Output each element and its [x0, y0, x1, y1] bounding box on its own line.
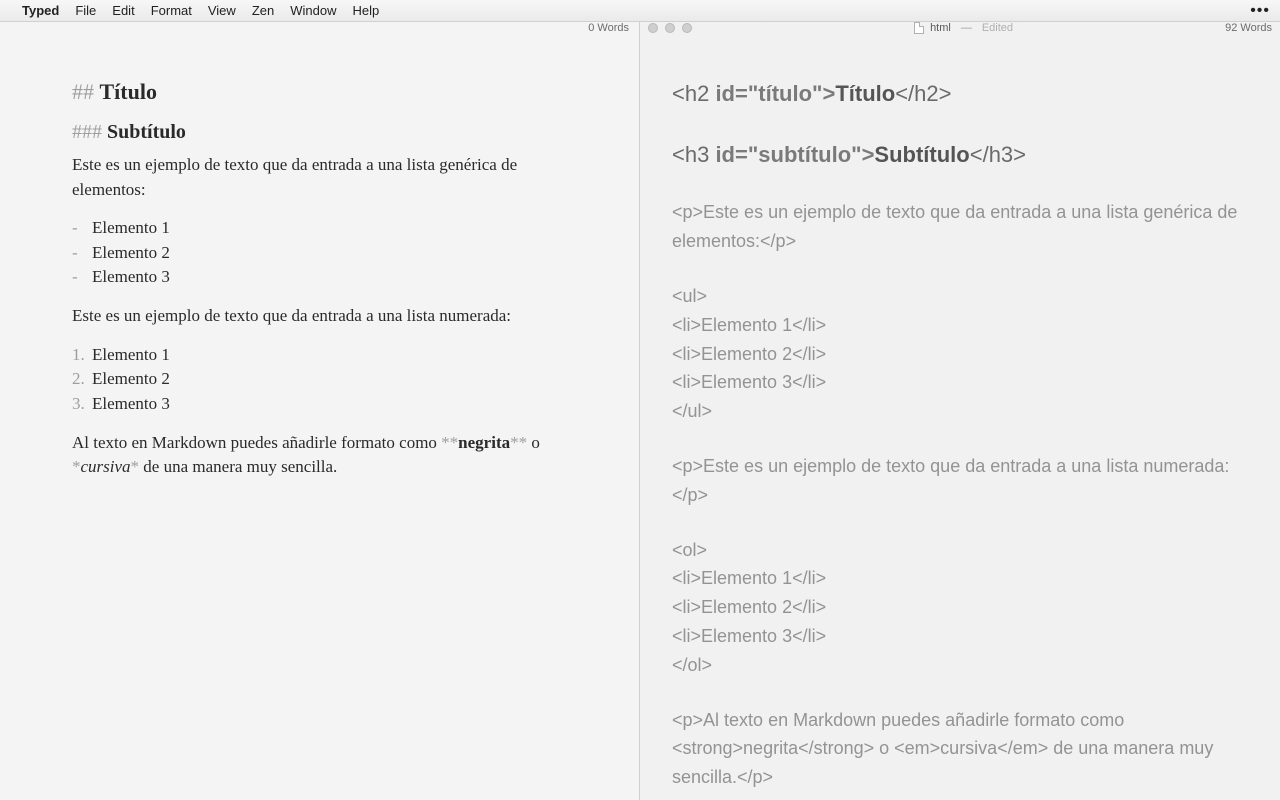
list-item: 3.Elemento 3	[72, 392, 579, 417]
code-blank	[672, 510, 1260, 536]
italic-marker-close: *	[131, 457, 140, 476]
md-para3-post: de una manera muy sencilla.	[139, 457, 337, 476]
menu-help[interactable]: Help	[352, 3, 379, 18]
code-tag: <h2	[672, 81, 715, 106]
number-marker: 2.	[72, 367, 86, 392]
code-tag: </h3>	[970, 142, 1026, 167]
list-item-text: Elemento 1	[92, 343, 170, 368]
md-para3: Al texto en Markdown puedes añadirle for…	[72, 431, 579, 480]
document-title: html	[930, 22, 951, 34]
code-line: <li>Elemento 3</li>	[672, 622, 1260, 651]
code-line: <p>Al texto en Markdown puedes añadirle …	[672, 706, 1260, 792]
markdown-editor[interactable]: ## Título ### Subtítulo Este es un ejemp…	[0, 36, 639, 800]
list-item-text: Elemento 3	[92, 265, 170, 290]
code-line: <h3 id="subtítulo">Subtítulo</h3>	[672, 137, 1260, 172]
list-item-text: Elemento 2	[92, 241, 170, 266]
document-icon	[914, 22, 924, 34]
italic-marker-open: *	[72, 457, 81, 476]
minimize-icon[interactable]	[665, 23, 675, 33]
code-text: Título	[835, 81, 895, 106]
list-item: -Elemento 1	[72, 216, 579, 241]
editor-statusbar: 0 Words	[0, 22, 639, 36]
code-line: <li>Elemento 1</li>	[672, 564, 1260, 593]
list-item: 1.Elemento 1	[72, 343, 579, 368]
right-word-count: 92 Words	[1225, 22, 1272, 34]
md-h2: ## Título	[72, 76, 579, 108]
code-line: <ol>	[672, 536, 1260, 565]
code-text: Subtítulo	[874, 142, 969, 167]
list-item-text: Elemento 1	[92, 216, 170, 241]
number-marker: 3.	[72, 392, 86, 417]
code-line: <li>Elemento 2</li>	[672, 340, 1260, 369]
md-para3-pre: Al texto en Markdown puedes añadirle for…	[72, 433, 441, 452]
html-pane: html — Edited 92 Words <h2 id="título">T…	[640, 22, 1280, 800]
md-h3-text: Subtítulo	[107, 121, 186, 143]
menu-typed[interactable]: Typed	[22, 3, 59, 18]
code-line: <p>Este es un ejemplo de texto que da en…	[672, 452, 1260, 510]
number-marker: 1.	[72, 343, 86, 368]
workspace: 0 Words ## Título ### Subtítulo Este es …	[0, 22, 1280, 800]
code-blank	[672, 172, 1260, 198]
md-h2-marker: ##	[72, 79, 100, 104]
titlebar: html — Edited 92 Words	[640, 22, 1280, 36]
md-para2: Este es un ejemplo de texto que da entra…	[72, 304, 579, 329]
list-item-text: Elemento 2	[92, 367, 170, 392]
list-item: -Elemento 2	[72, 241, 579, 266]
zoom-icon[interactable]	[682, 23, 692, 33]
code-blank	[672, 426, 1260, 452]
code-tag: <h3	[672, 142, 715, 167]
code-blank	[672, 680, 1260, 706]
code-attr: id="subtítulo">	[715, 142, 874, 167]
menu-zen[interactable]: Zen	[252, 3, 274, 18]
code-tag: </h2>	[895, 81, 951, 106]
menu-format[interactable]: Format	[151, 3, 192, 18]
menubar-overflow-icon[interactable]: •••	[1250, 2, 1270, 20]
code-line: </ul>	[672, 397, 1260, 426]
editor-pane: 0 Words ## Título ### Subtítulo Este es …	[0, 22, 640, 800]
menubar: Typed File Edit Format View Zen Window H…	[0, 0, 1280, 22]
code-attr: id="título">	[715, 81, 835, 106]
bullet-marker: -	[72, 265, 86, 290]
md-ordered-list: 1.Elemento 1 2.Elemento 2 3.Elemento 3	[72, 343, 579, 417]
md-h2-text: Título	[100, 79, 157, 104]
traffic-lights	[648, 23, 692, 33]
md-h3-marker: ###	[72, 121, 107, 143]
md-bullet-list: -Elemento 1 -Elemento 2 -Elemento 3	[72, 216, 579, 290]
menu-edit[interactable]: Edit	[112, 3, 134, 18]
md-para1: Este es un ejemplo de texto que da entra…	[72, 153, 579, 202]
left-word-count: 0 Words	[588, 22, 629, 34]
menu-file[interactable]: File	[75, 3, 96, 18]
code-line: <h2 id="título">Título</h2>	[672, 76, 1260, 111]
code-line: <ul>	[672, 282, 1260, 311]
italic-text: cursiva	[81, 457, 131, 476]
edited-label: Edited	[982, 22, 1013, 34]
list-item: 2.Elemento 2	[72, 367, 579, 392]
menu-window[interactable]: Window	[290, 3, 336, 18]
list-item-text: Elemento 3	[92, 392, 170, 417]
md-h3: ### Subtítulo	[72, 118, 579, 147]
bold-marker-close: **	[510, 433, 527, 452]
html-output[interactable]: <h2 id="título">Título</h2> <h3 id="subt…	[640, 36, 1280, 800]
close-icon[interactable]	[648, 23, 658, 33]
code-line: <li>Elemento 2</li>	[672, 593, 1260, 622]
menu-view[interactable]: View	[208, 3, 236, 18]
title-separator: —	[961, 22, 972, 34]
code-line: <li>Elemento 3</li>	[672, 368, 1260, 397]
bold-text: negrita	[458, 433, 510, 452]
code-line: <p>Este es un ejemplo de texto que da en…	[672, 198, 1260, 256]
bullet-marker: -	[72, 216, 86, 241]
list-item: -Elemento 3	[72, 265, 579, 290]
bold-marker-open: **	[441, 433, 458, 452]
code-line: </ol>	[672, 651, 1260, 680]
code-blank	[672, 256, 1260, 282]
code-line: <li>Elemento 1</li>	[672, 311, 1260, 340]
bullet-marker: -	[72, 241, 86, 266]
md-para3-mid: o	[527, 433, 540, 452]
code-blank	[672, 111, 1260, 137]
